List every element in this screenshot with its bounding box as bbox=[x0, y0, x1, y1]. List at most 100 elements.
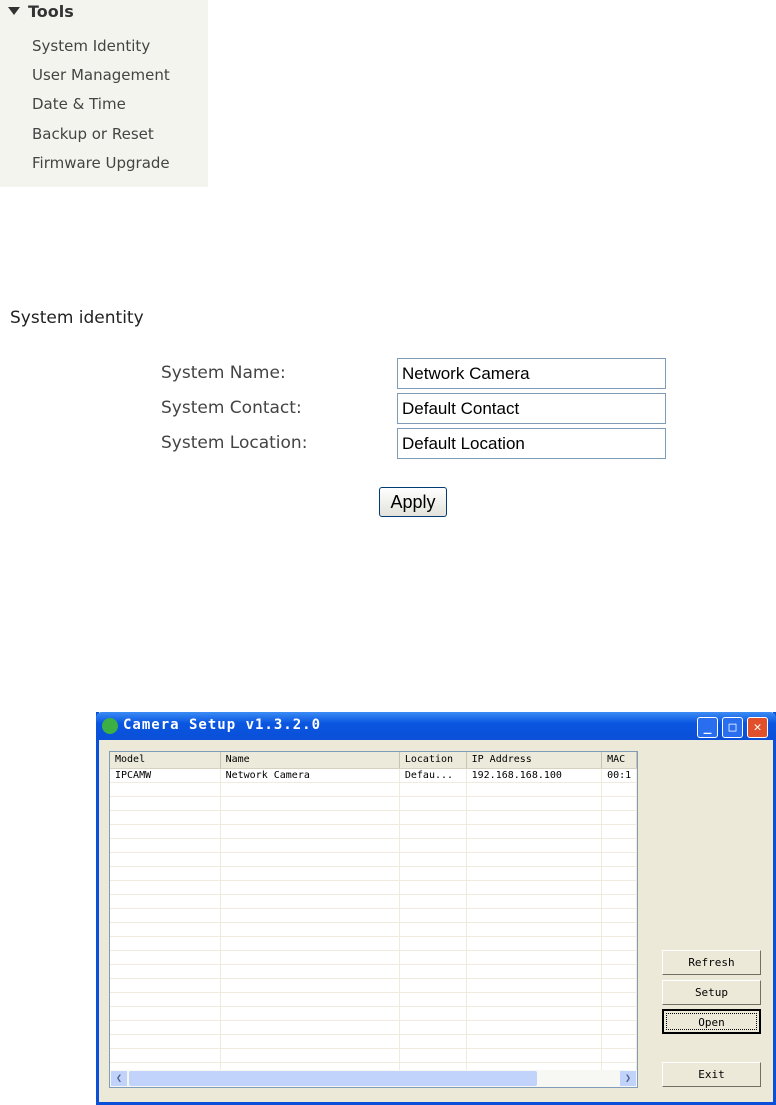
menu-item-backup-reset[interactable]: Backup or Reset bbox=[32, 125, 154, 143]
empty-cell bbox=[400, 1007, 467, 1020]
setup-button[interactable]: Setup bbox=[662, 980, 761, 1005]
cell-location: Defau... bbox=[400, 769, 467, 782]
empty-cell bbox=[221, 993, 400, 1006]
empty-cell bbox=[400, 853, 467, 866]
empty-cell bbox=[400, 937, 467, 950]
empty-cell bbox=[467, 783, 603, 796]
empty-cell bbox=[110, 951, 221, 964]
empty-cell bbox=[221, 811, 400, 824]
empty-cell bbox=[400, 839, 467, 852]
empty-cell bbox=[110, 965, 221, 978]
empty-cell bbox=[221, 1035, 400, 1048]
empty-cell bbox=[110, 937, 221, 950]
system-name-input[interactable]: Network Camera bbox=[397, 358, 666, 389]
column-header-mac[interactable]: MAC bbox=[602, 752, 637, 768]
empty-cell bbox=[221, 937, 400, 950]
empty-cell bbox=[221, 1021, 400, 1034]
minimize-icon[interactable]: _ bbox=[697, 717, 718, 738]
section-title: System identity bbox=[10, 308, 144, 328]
triangle-down-icon bbox=[8, 7, 20, 15]
empty-cell bbox=[110, 1035, 221, 1048]
empty-cell bbox=[602, 951, 637, 964]
empty-cell bbox=[467, 1049, 603, 1062]
empty-cell bbox=[400, 1049, 467, 1062]
empty-cell bbox=[467, 895, 603, 908]
empty-cell bbox=[602, 881, 637, 894]
empty-cell bbox=[110, 867, 221, 880]
apply-button[interactable]: Apply bbox=[379, 487, 447, 517]
empty-row bbox=[110, 881, 637, 895]
empty-cell bbox=[602, 1035, 637, 1048]
empty-cell bbox=[110, 923, 221, 936]
empty-cell bbox=[467, 811, 603, 824]
empty-cell bbox=[602, 1049, 637, 1062]
app-icon bbox=[102, 718, 118, 734]
empty-row bbox=[110, 965, 637, 979]
refresh-button[interactable]: Refresh bbox=[662, 950, 761, 975]
column-header-name[interactable]: Name bbox=[221, 752, 400, 768]
empty-cell bbox=[602, 797, 637, 810]
empty-cell bbox=[602, 867, 637, 880]
menu-item-system-identity[interactable]: System Identity bbox=[32, 37, 150, 55]
camera-setup-window: Camera Setup v1.3.2.0 _ □ ✕ Model Name L… bbox=[96, 712, 776, 1105]
scroll-left-icon[interactable]: ❮ bbox=[111, 1071, 127, 1086]
empty-row bbox=[110, 993, 637, 1007]
scroll-right-icon[interactable]: ❯ bbox=[620, 1071, 636, 1086]
system-contact-input[interactable]: Default Contact bbox=[397, 393, 666, 424]
empty-cell bbox=[221, 797, 400, 810]
empty-cell bbox=[221, 895, 400, 908]
empty-row bbox=[110, 937, 637, 951]
empty-cell bbox=[467, 965, 603, 978]
empty-cell bbox=[602, 937, 637, 950]
empty-row bbox=[110, 979, 637, 993]
tools-heading-label: Tools bbox=[28, 2, 74, 21]
empty-cell bbox=[110, 1021, 221, 1034]
empty-cell bbox=[602, 1007, 637, 1020]
cell-name: Network Camera bbox=[221, 769, 400, 782]
system-name-label: System Name: bbox=[161, 363, 286, 383]
close-icon[interactable]: ✕ bbox=[747, 717, 768, 738]
empty-cell bbox=[110, 1007, 221, 1020]
empty-cell bbox=[467, 1035, 603, 1048]
empty-cell bbox=[602, 909, 637, 922]
empty-row bbox=[110, 867, 637, 881]
menu-item-date-time[interactable]: Date & Time bbox=[32, 95, 126, 113]
scrollbar-thumb[interactable] bbox=[129, 1071, 537, 1086]
horizontal-scrollbar[interactable]: ❮ ❯ bbox=[110, 1070, 637, 1087]
empty-cell bbox=[467, 839, 603, 852]
maximize-icon[interactable]: □ bbox=[722, 717, 743, 738]
tools-heading[interactable]: Tools bbox=[8, 2, 74, 21]
system-location-input[interactable]: Default Location bbox=[397, 428, 666, 459]
empty-row bbox=[110, 783, 637, 797]
empty-cell bbox=[467, 937, 603, 950]
empty-cell bbox=[221, 1049, 400, 1062]
empty-cell bbox=[110, 979, 221, 992]
empty-cell bbox=[400, 951, 467, 964]
empty-cell bbox=[467, 881, 603, 894]
title-bar[interactable]: Camera Setup v1.3.2.0 _ □ ✕ bbox=[96, 712, 776, 740]
empty-cell bbox=[221, 965, 400, 978]
empty-row bbox=[110, 923, 637, 937]
empty-row bbox=[110, 825, 637, 839]
empty-cell bbox=[400, 1021, 467, 1034]
menu-item-firmware-upgrade[interactable]: Firmware Upgrade bbox=[32, 154, 170, 172]
open-button[interactable]: Open bbox=[662, 1009, 761, 1034]
empty-cell bbox=[467, 951, 603, 964]
column-header-ip[interactable]: IP Address bbox=[467, 752, 603, 768]
column-header-model[interactable]: Model bbox=[110, 752, 221, 768]
empty-cell bbox=[400, 965, 467, 978]
camera-list[interactable]: Model Name Location IP Address MAC IPCAM… bbox=[109, 751, 638, 1088]
list-header: Model Name Location IP Address MAC bbox=[110, 752, 637, 769]
cell-mac: 00:1 bbox=[602, 769, 637, 782]
column-header-location[interactable]: Location bbox=[400, 752, 467, 768]
exit-button[interactable]: Exit bbox=[662, 1062, 761, 1087]
empty-cell bbox=[110, 853, 221, 866]
table-row[interactable]: IPCAMW Network Camera Defau... 192.168.1… bbox=[110, 769, 637, 783]
empty-cell bbox=[110, 811, 221, 824]
empty-cell bbox=[602, 825, 637, 838]
empty-row bbox=[110, 1049, 637, 1063]
menu-item-user-management[interactable]: User Management bbox=[32, 66, 170, 84]
empty-cell bbox=[400, 909, 467, 922]
empty-cell bbox=[467, 853, 603, 866]
empty-cell bbox=[400, 993, 467, 1006]
